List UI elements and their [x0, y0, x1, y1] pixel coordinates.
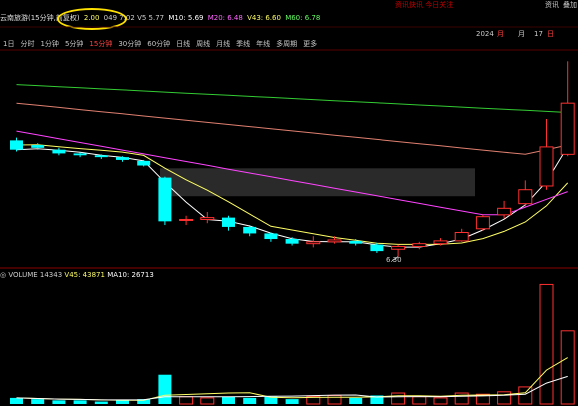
volume-bar	[391, 392, 406, 405]
candle-body[interactable]	[349, 240, 363, 244]
candle-body[interactable]	[52, 149, 66, 154]
candle-body[interactable]	[433, 240, 448, 245]
volume-header: ◎ VOLUME 14343 V45: 43871 MA10: 26713	[0, 270, 578, 280]
volume-bar	[497, 391, 512, 405]
volume-bar	[200, 397, 215, 405]
volume-bar	[243, 397, 257, 404]
candle-body[interactable]	[306, 241, 321, 245]
candle-body[interactable]	[31, 145, 45, 148]
volume-bar	[73, 400, 87, 404]
ma-line-white	[16, 146, 569, 248]
candle-body[interactable]	[137, 160, 151, 166]
candle-body[interactable]	[560, 102, 575, 155]
candle-body[interactable]	[412, 243, 427, 247]
volume-bar	[412, 396, 427, 405]
candle-body[interactable]	[10, 140, 23, 150]
kline-chart	[0, 26, 578, 405]
volume-circle-icon[interactable]: ◎	[0, 271, 6, 279]
candle-body[interactable]	[200, 217, 215, 220]
candle-body[interactable]	[94, 155, 108, 158]
candle-body[interactable]	[222, 217, 235, 227]
candle-body[interactable]	[539, 146, 554, 187]
volume-bar	[94, 401, 108, 404]
candle-body[interactable]	[243, 226, 257, 234]
ma-line-green	[16, 84, 568, 113]
candle-body[interactable]	[327, 239, 342, 243]
volume-value: 14343	[39, 271, 63, 279]
candle-body[interactable]	[475, 216, 490, 230]
volume-bar	[285, 399, 299, 404]
candle-body[interactable]	[158, 177, 172, 222]
volume-bar	[518, 386, 533, 405]
candle-body[interactable]	[264, 233, 278, 240]
volume-title: VOLUME	[8, 271, 38, 279]
volume-bar	[52, 400, 66, 404]
volume-bar	[116, 400, 129, 404]
volume-v5: V45: 43871	[64, 271, 105, 279]
volume-bar	[349, 397, 363, 404]
candle-body[interactable]	[73, 153, 87, 156]
min-price-label: 6.30	[386, 256, 402, 264]
volume-bar	[539, 283, 554, 405]
candle-body[interactable]	[179, 218, 194, 221]
candle-body[interactable]	[518, 189, 533, 205]
selection-band	[160, 168, 475, 197]
candle-body[interactable]	[116, 157, 129, 160]
candle-body[interactable]	[454, 232, 469, 242]
ma-line-salmon	[16, 102, 568, 155]
volume-bar	[222, 396, 235, 404]
candle-body[interactable]	[285, 239, 299, 244]
volume-bar	[10, 397, 23, 404]
volume-bar	[179, 396, 194, 405]
volume-bar	[433, 397, 448, 405]
volume-bar	[158, 374, 172, 404]
volume-bar	[560, 330, 575, 405]
candle-body[interactable]	[370, 244, 384, 252]
candle-body[interactable]	[497, 207, 512, 216]
candle-body[interactable]	[391, 245, 406, 250]
volume-ma10: MA10: 26713	[107, 271, 154, 279]
volume-bar	[31, 399, 45, 404]
